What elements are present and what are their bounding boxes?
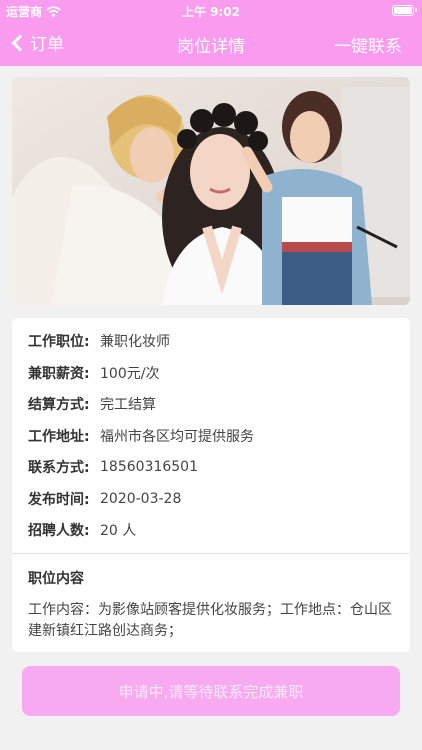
makeup-photo-illustration	[12, 77, 410, 305]
job-details-card: 工作职位: 兼职化妆师 兼职薪资: 100元/次 结算方式: 完工结算 工作地址…	[12, 318, 410, 652]
detail-label: 兼职薪资:	[28, 366, 90, 382]
divider	[12, 553, 410, 554]
battery-icon	[392, 5, 417, 16]
detail-label: 联系方式:	[28, 460, 90, 476]
content-body: 工作内容：为影像站顾客提供化妆服务；工作地点：仓山区建新镇红江路创达商务；	[28, 602, 392, 639]
contact-button[interactable]: 一键联系	[334, 32, 402, 57]
detail-value: 完工结算	[100, 397, 156, 413]
detail-row-headcount: 招聘人数: 20 人	[28, 518, 136, 542]
status-bar: 运营商 上午 9:02	[0, 0, 422, 22]
nav-bar: 订单 岗位详情 一键联系	[0, 22, 422, 66]
status-time: 上午 9:02	[181, 5, 241, 19]
detail-value: 福州市各区均可提供服务	[100, 429, 254, 445]
detail-label: 发布时间:	[28, 492, 90, 508]
detail-row-address: 工作地址: 福州市各区均可提供服务	[28, 424, 254, 448]
detail-row-contact: 联系方式: 18560316501	[28, 455, 198, 479]
detail-value: 兼职化妆师	[100, 334, 170, 350]
detail-value: 2020-03-28	[100, 491, 182, 507]
detail-value: 20 人	[100, 523, 137, 539]
detail-label: 工作地址:	[28, 429, 90, 445]
apply-status-button[interactable]: 申请中,请等待联系完成兼职	[22, 666, 400, 716]
detail-row-position: 工作职位: 兼职化妆师	[28, 329, 170, 353]
detail-row-publish-date: 发布时间: 2020-03-28	[28, 487, 181, 511]
header: 运营商 上午 9:02 订单 岗位详情 一键联系	[0, 0, 422, 66]
content-title: 职位内容	[28, 571, 84, 587]
detail-row-salary: 兼职薪资: 100元/次	[28, 361, 159, 385]
detail-row-settlement: 结算方式: 完工结算	[28, 392, 156, 416]
detail-label: 结算方式:	[28, 397, 90, 413]
detail-label: 工作职位:	[28, 334, 90, 350]
detail-label: 招聘人数:	[28, 523, 90, 539]
detail-value[interactable]: 18560316501	[100, 459, 198, 475]
detail-value: 100元/次	[100, 366, 160, 382]
job-photo	[12, 77, 410, 305]
